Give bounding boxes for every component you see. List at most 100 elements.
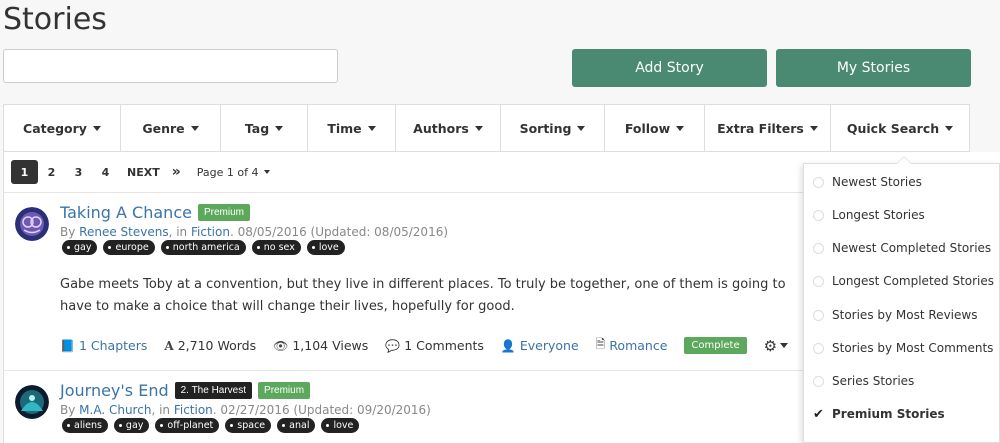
quick-search-option[interactable]: Newest Completed Stories [813,241,991,255]
quick-search-option[interactable]: Stories by Most Reviews [813,308,977,322]
by-label: By [60,225,76,239]
quick-search-option[interactable]: Stories by Most Comments [813,341,993,355]
my-stories-button[interactable]: My Stories [776,49,971,87]
chapters-link[interactable]: 📘 1 Chapters [60,338,147,353]
caret-down-icon [676,125,685,131]
story-meta: 📘 1 Chapters A 2,710 Words 👁 1,104 Views 💬 1… [60,335,818,356]
tag[interactable]: space [225,418,272,433]
tag[interactable]: off-planet [155,418,220,433]
radio-icon [813,176,824,188]
quick-search-option[interactable]: Series Stories [813,374,914,388]
option-label: Newest Stories [832,175,922,189]
quick-search-option[interactable]: Longest Stories [813,208,925,222]
in-label: , in [168,225,188,239]
category-link[interactable]: Fiction [191,225,230,239]
rating-link[interactable]: 👤 Everyone [501,338,579,353]
filter-sorting[interactable]: Sorting [501,105,605,151]
comment-count: 💬 1 Comments [385,338,484,353]
caret-down-icon [780,343,789,348]
eye-icon: 👁 [273,338,289,353]
category-link[interactable]: Fiction [174,403,213,417]
in-label: , in [151,403,171,417]
page-of-dropdown[interactable]: Page 1 of 4 [197,166,270,179]
tag[interactable]: aliens [62,418,108,433]
filter-label: Time [327,120,362,136]
story-summary: Gabe meets Toby at a convention, but the… [60,277,786,314]
story-title-row: Journey's End 2. The Harvest Premium [60,381,311,400]
views-label: 1,104 Views [292,338,369,353]
story-options-menu[interactable]: ⚙ [763,336,789,355]
rating-label: Everyone [519,338,579,353]
words-label: 2,710 Words [177,338,257,353]
filter-label: Sorting [519,120,572,136]
filter-genre[interactable]: Genre [121,105,221,151]
page-2-link[interactable]: 2 [38,160,65,184]
search-input[interactable] [3,49,338,83]
quick-search-option[interactable]: Newest Stories [813,175,922,189]
add-story-button[interactable]: Add Story [572,49,767,87]
status-badge: Complete [684,337,747,354]
tag[interactable]: love [321,418,360,433]
filter-label: Tag [244,120,270,136]
radio-icon [813,309,824,321]
checkmark-icon: ✔ [813,406,824,422]
avatar[interactable] [15,207,49,241]
genre-link[interactable]: 🗎 Romance [596,335,668,356]
story-title-link[interactable]: Journey's End [60,381,169,400]
caret-down-icon [367,125,376,131]
tag[interactable]: gay [113,418,150,433]
author-link[interactable]: Renee Stevens [79,225,168,239]
quick-search-option-selected[interactable]: ✔ Premium Stories [813,407,945,421]
series-badge[interactable]: 2. The Harvest [174,382,253,399]
page-of-label: Page 1 of 4 [196,165,259,179]
filter-authors[interactable]: Authors [396,105,501,151]
caret-down-icon [577,125,586,131]
option-label: Stories by Most Comments [832,341,994,355]
caret-down-icon [190,125,199,131]
tag[interactable]: north america [160,240,246,255]
story-dates: . 08/05/2016 (Updated: 08/05/2016) [229,225,449,239]
tag[interactable]: europe [103,240,155,255]
tag[interactable]: love [306,240,345,255]
filter-follow[interactable]: Follow [605,105,705,151]
last-page-link[interactable]: » [172,164,181,180]
premium-badge: Premium [258,382,311,399]
gear-icon: ⚙ [763,336,778,355]
filter-time[interactable]: Time [308,105,396,151]
radio-icon [813,375,824,387]
tag[interactable]: anal [277,418,316,433]
filter-quick-search[interactable]: Quick Search [831,105,969,151]
filter-bar: Category Genre Tag Time Authors Sorting … [3,104,970,152]
filter-label: Genre [142,120,185,136]
page-1-link[interactable]: 1 [11,160,38,184]
radio-icon [813,242,824,254]
tag[interactable]: gay [62,240,98,255]
story-dates: . 02/27/2016 (Updated: 09/20/2016) [212,403,431,417]
page-3-link[interactable]: 3 [65,160,92,184]
divider [3,192,803,193]
by-label: By [60,403,76,417]
filter-label: Quick Search [846,120,940,136]
author-link[interactable]: M.A. Church [79,403,151,417]
filter-label: Authors [413,120,469,136]
filter-extra-filters[interactable]: Extra Filters [705,105,831,151]
filter-tag[interactable]: Tag [221,105,308,151]
story-byline: By M.A. Church, in Fiction. 02/27/2016 (… [60,403,431,417]
story-title-link[interactable]: Taking A Chance [60,203,192,222]
page-4-link[interactable]: 4 [92,160,119,184]
caret-down-icon [474,125,483,131]
avatar[interactable] [15,385,49,419]
radio-icon [813,342,824,354]
quick-search-option[interactable]: Longest Completed Stories [813,274,994,288]
user-icon: 👤 [500,338,516,353]
filter-category[interactable]: Category [4,105,121,151]
comments-label: 1 Comments [404,338,484,353]
caret-down-icon [263,170,270,174]
next-page-link[interactable]: NEXT [127,166,160,179]
book-icon: 📘 [60,338,75,353]
filter-label: Extra Filters [717,120,804,136]
quick-search-dropdown: Newest Stories Longest Stories Newest Co… [803,156,1000,443]
option-label: Stories by Most Reviews [832,308,978,322]
tag[interactable]: no sex [251,240,301,255]
chapters-label: 1 Chapters [78,338,148,353]
